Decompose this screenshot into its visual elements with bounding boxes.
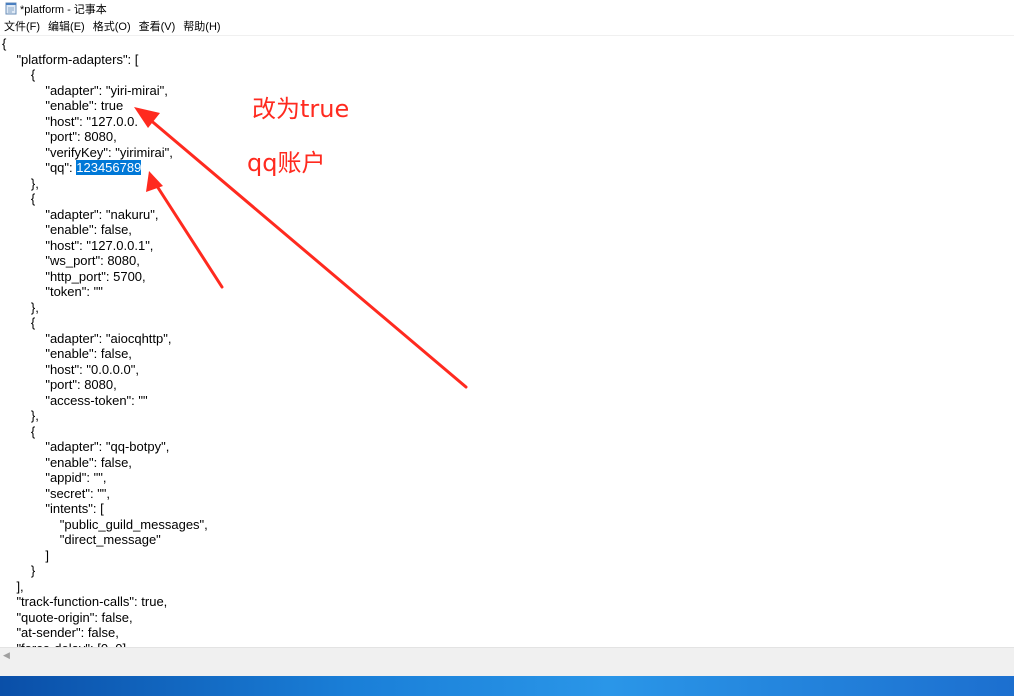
text-editor-area[interactable]: { "platform-adapters": [ { "adapter": "y… — [0, 35, 1014, 648]
code-lines: { "platform-adapters": [ { "adapter": "y… — [2, 36, 208, 648]
code-line: { — [2, 423, 36, 439]
code-line: { — [2, 67, 36, 82]
code-line: "public_guild_messages", — [2, 516, 208, 532]
notepad-window: *platform - 记事本 文件(F) 编辑(E) 格式(O) 查看(V) … — [0, 0, 1014, 676]
code-line: "platform-adapters": [ — [2, 51, 139, 67]
code-line: "http_port": 5700, — [2, 268, 146, 284]
code-line: "enable": false, — [2, 454, 132, 470]
code-line: "enable": true — [2, 98, 124, 113]
menu-format[interactable]: 格式(O) — [92, 17, 135, 35]
code-line: "track-function-calls": true, — [2, 594, 168, 609]
menu-edit[interactable]: 编辑(E) — [47, 17, 89, 35]
annotation-enable-note: 改为true — [252, 95, 350, 123]
code-line: "access-token": "" — [2, 392, 148, 408]
code-line: "verifyKey": "yirimirai", — [2, 144, 173, 160]
code-line: { — [2, 315, 36, 330]
code-line: } — [2, 563, 36, 578]
notepad-icon — [5, 2, 17, 15]
annotation-qq-note: qq账户 — [247, 149, 326, 177]
title-bar[interactable]: *platform - 记事本 — [0, 0, 1014, 17]
code-line: "host": "127.0.0.1", — [2, 237, 154, 253]
code-line: "adapter": "yiri-mirai", — [2, 82, 168, 98]
code-line: "adapter": "qq-botpy", — [2, 439, 170, 454]
code-line: { — [2, 191, 36, 206]
menu-bar: 文件(F) 编辑(E) 格式(O) 查看(V) 帮助(H) — [0, 17, 1014, 35]
code-line: "appid": "", — [2, 470, 107, 485]
code-line: "enable": false, — [2, 346, 132, 361]
menu-help[interactable]: 帮助(H) — [182, 17, 224, 35]
code-line: "intents": [ — [2, 501, 104, 516]
code-line: "qq": 123456789 — [2, 160, 142, 175]
menu-view[interactable]: 查看(V) — [138, 17, 180, 35]
window-title: *platform - 记事本 — [20, 3, 107, 16]
code-line: "adapter": "nakuru", — [2, 206, 159, 222]
code-line: "port": 8080, — [2, 377, 117, 392]
code-line: "quote-origin": false, — [2, 609, 133, 625]
code-line: "host": "127.0.0. — [2, 113, 138, 129]
code-line: }, — [2, 175, 39, 191]
horizontal-scrollbar[interactable]: ◀ — [0, 647, 1014, 661]
code-line: "direct_message" — [2, 532, 161, 547]
code-line: "token": "" — [2, 284, 103, 299]
code-line: "secret": "", — [2, 485, 111, 501]
code-line: }, — [2, 408, 39, 423]
code-line: "port": 8080, — [2, 129, 117, 144]
status-bar — [0, 661, 1014, 676]
code-line: "adapter": "aiocqhttp", — [2, 330, 172, 346]
menu-file[interactable]: 文件(F) — [3, 17, 44, 35]
code-line: }, — [2, 299, 39, 315]
code-line: "enable": false, — [2, 222, 132, 237]
code-line: ] — [2, 547, 49, 563]
code-line: "at-sender": false, — [2, 625, 119, 640]
selected-qq-value[interactable]: 123456789 — [76, 160, 142, 175]
code-line: "host": "0.0.0.0", — [2, 361, 139, 377]
code-line: "ws_port": 8080, — [2, 253, 140, 268]
code-line: { — [2, 36, 7, 51]
taskbar — [0, 676, 1014, 696]
scroll-left-icon[interactable]: ◀ — [3, 649, 10, 661]
code-line: ], — [2, 578, 24, 594]
